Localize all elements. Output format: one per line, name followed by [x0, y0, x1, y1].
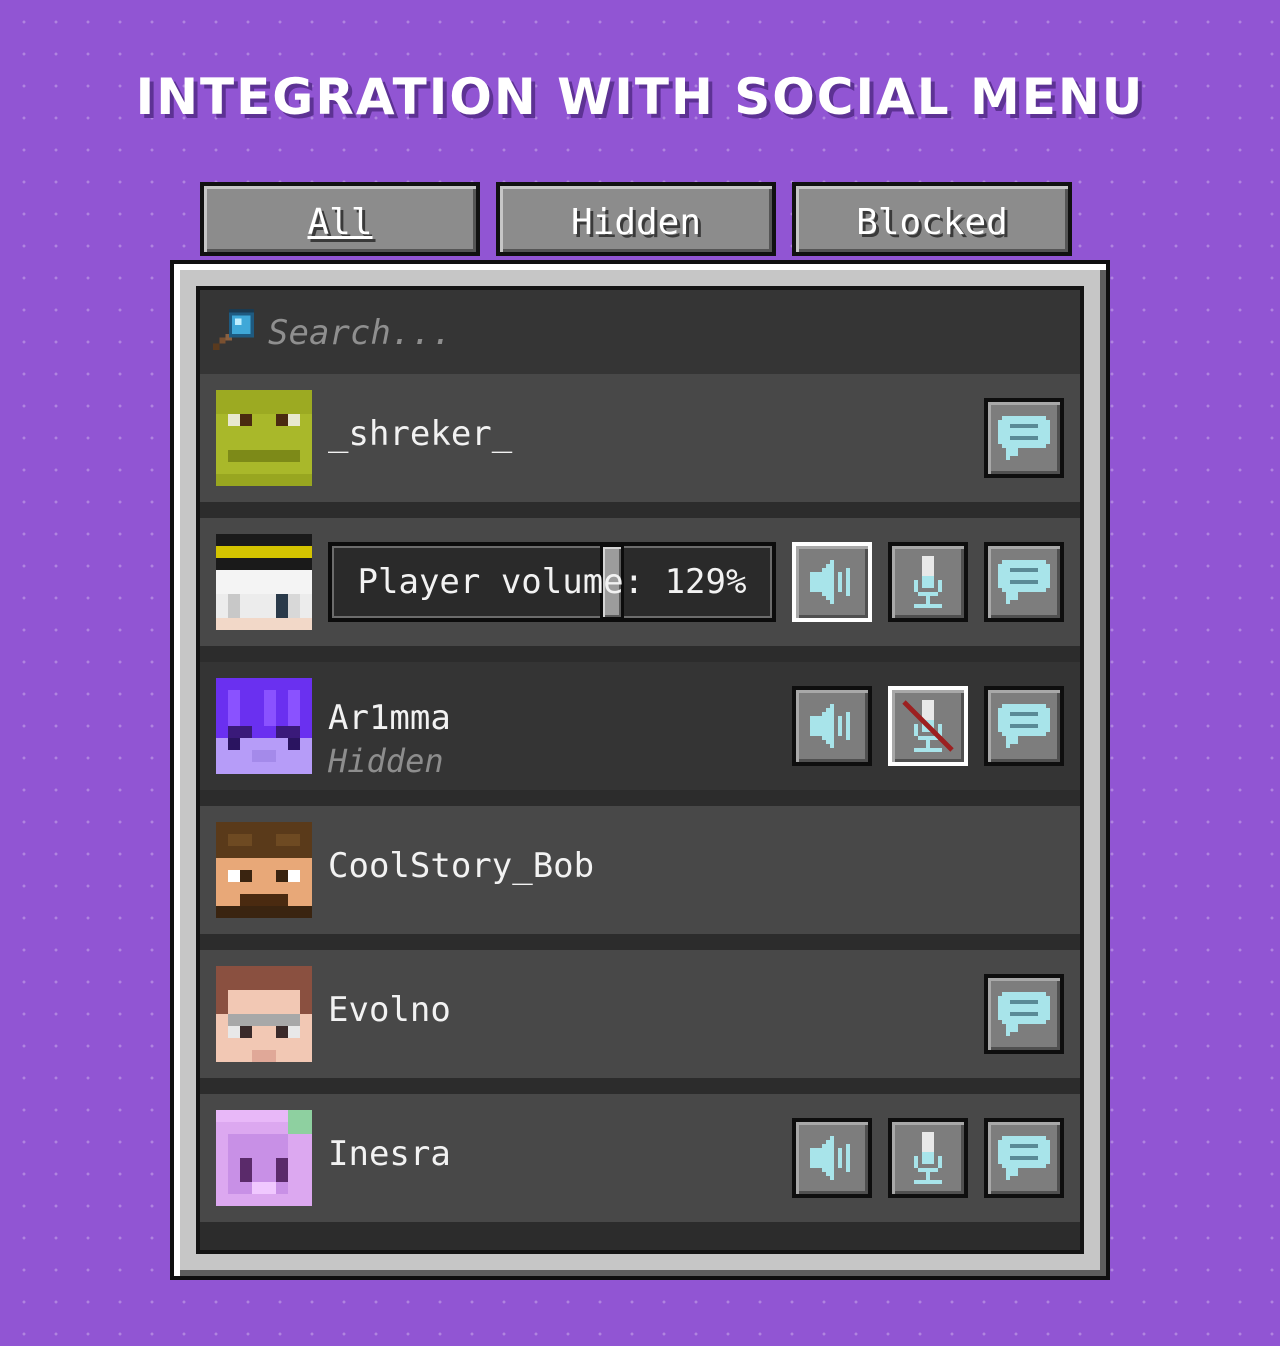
speaker-button[interactable]: [792, 686, 872, 766]
avatar: [216, 1110, 312, 1206]
search-bar: [200, 290, 1080, 374]
chat-button[interactable]: [984, 542, 1064, 622]
speaker-icon: [810, 560, 850, 604]
player-status: Hidden: [328, 742, 444, 780]
player-row: _shreker_: [200, 374, 1080, 502]
avatar: [216, 822, 312, 918]
tab-label: All: [307, 202, 373, 243]
magnifier-icon: [213, 309, 254, 350]
player-row: Player volume: 129%: [200, 518, 1080, 646]
player-row: CoolStory_Bob: [200, 806, 1080, 934]
chat-icon: [998, 992, 1050, 1036]
player-name: CoolStory_Bob: [328, 846, 595, 886]
tab-label: Blocked: [856, 202, 1008, 243]
chat-icon: [998, 560, 1050, 604]
avatar: [216, 966, 312, 1062]
chat-icon: [998, 704, 1050, 748]
tab-label: Hidden: [570, 202, 702, 243]
chat-button[interactable]: [984, 398, 1064, 478]
microphone-icon: [914, 556, 942, 608]
avatar: [216, 678, 312, 774]
speaker-button[interactable]: [792, 1118, 872, 1198]
player-name: _shreker_: [328, 414, 513, 454]
chat-button[interactable]: [984, 1118, 1064, 1198]
tab-all[interactable]: All: [200, 182, 480, 256]
chat-icon: [998, 416, 1050, 460]
microphone-icon: [914, 1132, 942, 1184]
avatar: [216, 534, 312, 630]
slider-handle[interactable]: [600, 544, 624, 620]
search-input[interactable]: [266, 304, 1050, 362]
tab-hidden[interactable]: Hidden: [496, 182, 776, 256]
speaker-button[interactable]: [792, 542, 872, 622]
player-name: Ar1mma: [328, 698, 451, 738]
avatar: [216, 390, 312, 486]
player-row: Evolno: [200, 950, 1080, 1078]
chat-button[interactable]: [984, 974, 1064, 1054]
microphone-muted-icon: [902, 700, 954, 752]
microphone-mute-button[interactable]: [888, 686, 968, 766]
tab-blocked[interactable]: Blocked: [792, 182, 1072, 256]
chat-button[interactable]: [984, 686, 1064, 766]
player-name: Evolno: [328, 990, 451, 1030]
chat-icon: [998, 1136, 1050, 1180]
slider-label: Player volume: 129%: [357, 562, 747, 602]
microphone-button[interactable]: [888, 542, 968, 622]
player-name: Inesra: [328, 1134, 451, 1174]
speaker-icon: [810, 704, 850, 748]
page-title: INTEGRATION WITH SOCIAL MENU: [135, 68, 1145, 126]
speaker-icon: [810, 1136, 850, 1180]
microphone-button[interactable]: [888, 1118, 968, 1198]
player-row: Inesra: [200, 1094, 1080, 1222]
player-volume-slider[interactable]: Player volume: 129%: [328, 542, 776, 622]
player-row: Ar1mma Hidden: [200, 662, 1080, 790]
player-list: _shreker_ Pl: [196, 286, 1084, 1254]
